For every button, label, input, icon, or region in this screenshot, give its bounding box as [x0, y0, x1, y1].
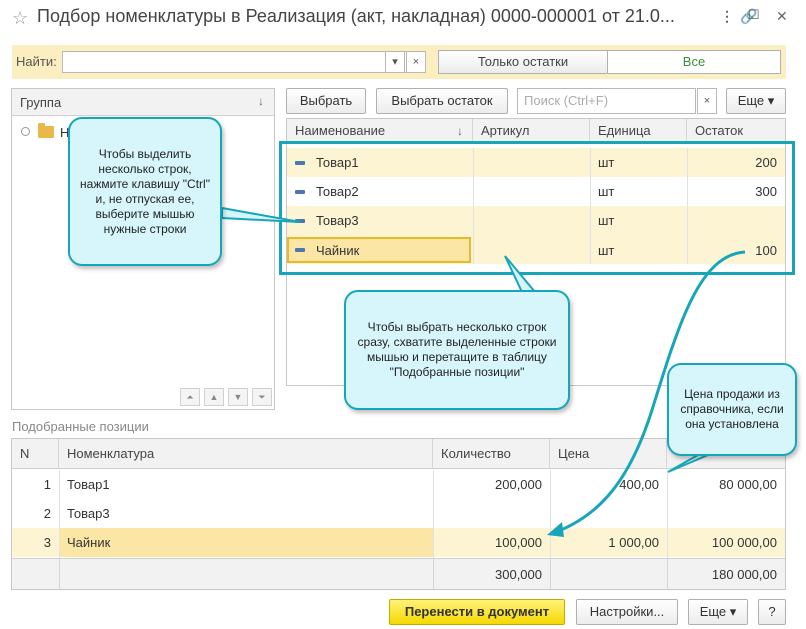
drag-hint-callout: Чтобы выбрать несколько строк сразу, схв…	[344, 290, 570, 410]
drag-hint-text: Чтобы выбрать несколько строк сразу, схв…	[357, 320, 557, 379]
arrow-head-icon	[547, 522, 564, 537]
price-hint-callout: Цена продажи из справочника, если она ус…	[667, 363, 797, 456]
callout-pointer	[504, 255, 538, 293]
ctrl-hint-callout: Чтобы выделить несколько строк, нажмите …	[68, 117, 222, 266]
price-hint-text: Цена продажи из справочника, если она ус…	[680, 387, 784, 431]
ctrl-hint-text: Чтобы выделить несколько строк, нажмите …	[80, 146, 210, 236]
callout-pointer	[221, 206, 301, 223]
callout-pointer	[667, 454, 709, 473]
